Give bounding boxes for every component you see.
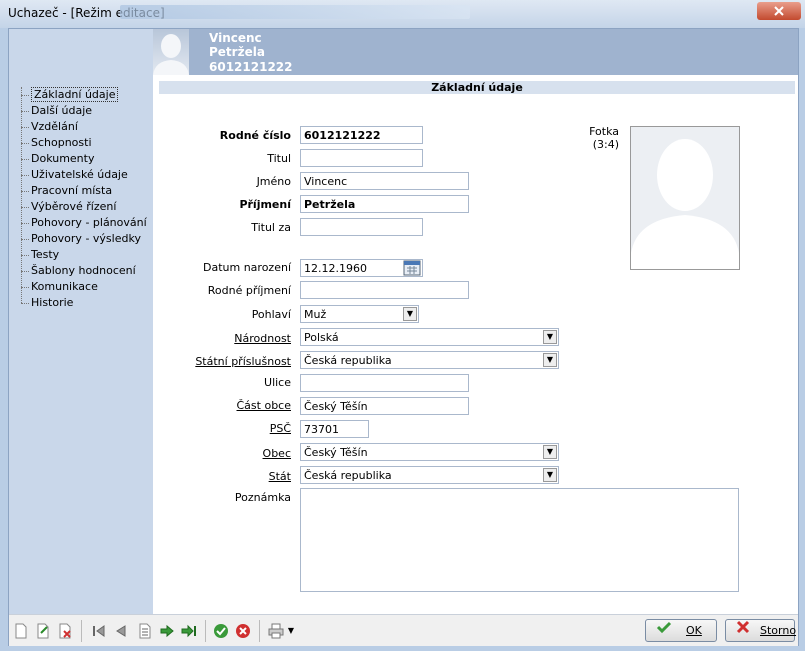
- obec-value: Český Těšín: [304, 446, 368, 459]
- ok-button[interactable]: OK: [645, 619, 717, 642]
- chevron-down-icon[interactable]: ▼: [543, 445, 557, 459]
- titul-label: Titul: [267, 152, 291, 165]
- main-frame: Základní údaje Další údaje Vzdělání Scho…: [8, 28, 799, 646]
- poznamka-textarea[interactable]: [300, 488, 739, 592]
- datum-narozeni-input[interactable]: 12.12.1960: [300, 259, 423, 277]
- sidebar: Základní údaje Další údaje Vzdělání Scho…: [9, 29, 153, 614]
- photo-label: Fotka (3:4): [589, 125, 619, 151]
- header-last-name: Petržela: [209, 45, 265, 59]
- checkmark-icon: [656, 620, 672, 641]
- pohlavi-select[interactable]: Muž ▼: [300, 305, 419, 323]
- print-icon[interactable]: [268, 623, 284, 639]
- confirm-icon[interactable]: [213, 623, 229, 639]
- delete-icon[interactable]: [57, 623, 73, 639]
- avatar: [153, 29, 189, 75]
- rodne-cislo-input[interactable]: 6012121222: [300, 126, 423, 144]
- storno-button[interactable]: Storno: [725, 619, 797, 642]
- title-bar-decoration: [120, 5, 470, 19]
- stat-label[interactable]: Stát: [91, 470, 291, 483]
- nav-item-label: Další údaje: [31, 104, 93, 117]
- nav-item-label: Schopnosti: [31, 136, 92, 149]
- psc-label[interactable]: PSČ: [91, 422, 291, 435]
- jmeno-label: Jméno: [256, 175, 291, 188]
- titul-input[interactable]: [300, 149, 423, 167]
- ulice-input[interactable]: [300, 374, 469, 392]
- header-first-name: Vincenc: [209, 31, 262, 45]
- close-window-button[interactable]: [757, 2, 801, 20]
- storno-button-label: Storno: [760, 624, 797, 637]
- person-silhouette-icon: [631, 139, 739, 269]
- rodne-cislo-label: Rodné číslo: [219, 129, 291, 142]
- nav-item-dalsi-udaje[interactable]: Další údaje: [21, 103, 147, 119]
- jmeno-input[interactable]: Vincenc: [300, 172, 469, 190]
- prijmeni-label: Příjmení: [239, 198, 291, 211]
- calendar-icon: [403, 260, 421, 276]
- photo-placeholder[interactable]: [630, 126, 740, 270]
- pohlavi-label: Pohlaví: [251, 308, 291, 321]
- narodnost-label[interactable]: Národnost: [91, 332, 291, 345]
- new-icon[interactable]: [13, 623, 29, 639]
- nav-item-zakladni-udaje[interactable]: Základní údaje: [21, 87, 147, 103]
- rodne-prijmeni-input[interactable]: [300, 281, 469, 299]
- statni-prislusnost-label[interactable]: Státní příslušnost: [91, 355, 291, 368]
- nav-item-label: Vzdělání: [31, 120, 78, 133]
- psc-input[interactable]: 73701: [300, 420, 369, 438]
- chevron-down-icon[interactable]: ▼: [543, 468, 557, 482]
- nav-item-label: Základní údaje: [31, 87, 119, 102]
- next-icon[interactable]: [159, 623, 175, 639]
- obec-select[interactable]: Český Těšín ▼: [300, 443, 559, 461]
- pohlavi-value: Muž: [304, 308, 327, 321]
- datum-narozeni-value: 12.12.1960: [304, 262, 367, 275]
- prijmeni-input[interactable]: Petržela: [300, 195, 469, 213]
- cancel-icon[interactable]: [235, 623, 251, 639]
- list-icon[interactable]: [137, 623, 153, 639]
- ulice-label: Ulice: [264, 376, 291, 389]
- close-icon: [774, 6, 784, 16]
- nav-item-label: Dokumenty: [31, 152, 95, 165]
- datum-narozeni-label: Datum narození: [203, 261, 291, 274]
- rodne-prijmeni-label: Rodné příjmení: [207, 284, 291, 297]
- candidate-header: Vincenc Petržela 6012121222: [153, 29, 798, 75]
- cast-obce-input[interactable]: Český Těšín: [300, 397, 469, 415]
- titul-za-label: Titul za: [251, 221, 291, 234]
- chevron-down-icon[interactable]: ▼: [543, 330, 557, 344]
- narodnost-value: Polská: [304, 331, 339, 344]
- person-silhouette-icon: [153, 34, 189, 75]
- nav-item-label: Testy: [31, 248, 60, 261]
- edit-icon[interactable]: [35, 623, 51, 639]
- stat-select[interactable]: Česká republika ▼: [300, 466, 559, 484]
- header-id: 6012121222: [209, 60, 293, 74]
- first-icon[interactable]: [91, 623, 107, 639]
- close-icon: [736, 620, 750, 641]
- chevron-down-icon[interactable]: ▼: [403, 307, 417, 321]
- calendar-button[interactable]: [403, 260, 421, 276]
- last-icon[interactable]: [181, 623, 197, 639]
- stat-value: Česká republika: [304, 469, 392, 482]
- nav-item-label: Historie: [31, 296, 74, 309]
- cast-obce-label[interactable]: Část obce: [91, 399, 292, 412]
- nav-item-label: Komunikace: [31, 280, 98, 293]
- poznamka-label: Poznámka: [234, 491, 291, 504]
- ok-button-label: OK: [686, 624, 702, 637]
- chevron-down-icon[interactable]: ▼: [286, 623, 296, 639]
- statni-prislusnost-select[interactable]: Česká republika ▼: [300, 351, 559, 369]
- prev-icon[interactable]: [113, 623, 129, 639]
- obec-label[interactable]: Obec: [91, 447, 291, 460]
- bottom-toolbar: ▼ OK Storno: [9, 614, 798, 646]
- section-title: Základní údaje: [159, 81, 795, 94]
- statni-prislusnost-value: Česká republika: [304, 354, 392, 367]
- title-bar: Uchazeč - [Režim editace]: [0, 0, 805, 28]
- chevron-down-icon[interactable]: ▼: [543, 353, 557, 367]
- titul-za-input[interactable]: [300, 218, 423, 236]
- narodnost-select[interactable]: Polská ▼: [300, 328, 559, 346]
